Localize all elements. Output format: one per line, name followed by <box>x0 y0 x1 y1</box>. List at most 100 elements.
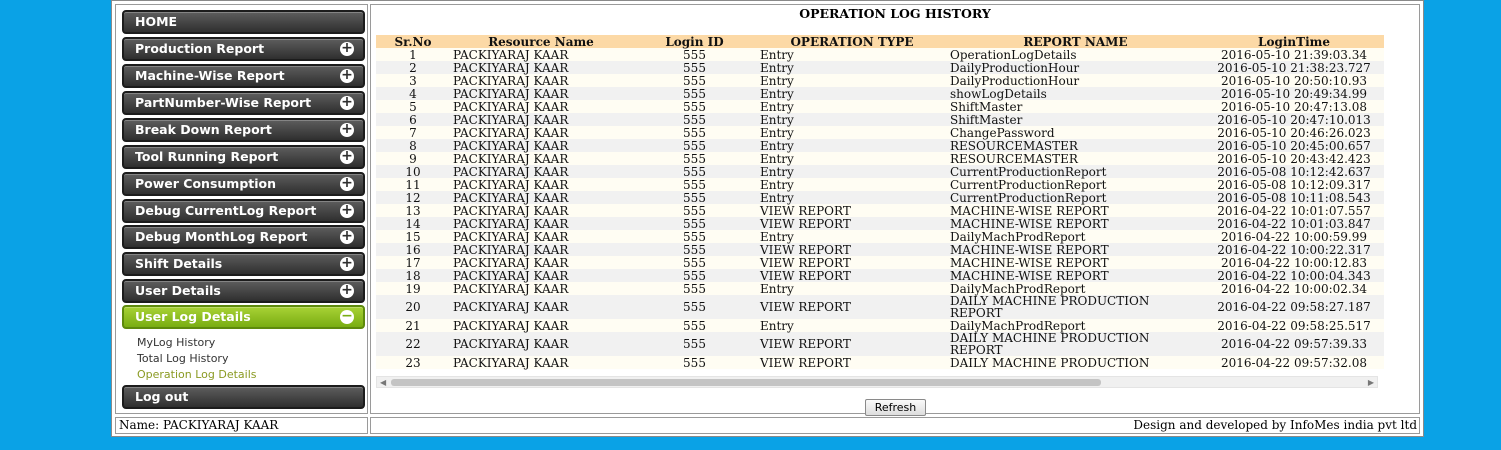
sidebar: HOME Production Report + Machine-Wise Repor… <box>115 4 368 414</box>
cell-login-id: 555 <box>632 269 757 282</box>
cell-report-name: MACHINE-WISE REPORT <box>947 204 1204 217</box>
table-row: 10 PACKIYARAJ KAAR 555 Entry CurrentProducti… <box>376 165 1384 178</box>
cell-login-id: 555 <box>632 126 757 139</box>
table-row: 12 PACKIYARAJ KAAR 555 Entry CurrentProducti… <box>376 191 1384 204</box>
sidebar-item-partnumber-wise-report[interactable]: PartNumber-Wise Report + <box>122 91 365 115</box>
cell-login-time: 2016-04-22 10:01:07.557 <box>1204 204 1384 217</box>
sidebar-item-tool-running-report[interactable]: Tool Running Report + <box>122 145 365 169</box>
cell-srno: 3 <box>376 74 450 87</box>
sidebar-item-debug-currentlog-report[interactable]: Debug CurrentLog Report + <box>122 199 365 223</box>
sidebar-item-label: Production Report <box>135 41 265 56</box>
submenu-link-total-log-history[interactable]: Total Log History <box>137 351 257 367</box>
table-row: 7 PACKIYARAJ KAAR 555 Entry ChangePassword 20… <box>376 126 1384 139</box>
logout-button[interactable]: Log out <box>122 385 365 409</box>
sidebar-item-label: Tool Running Report <box>135 149 279 164</box>
table-header-row: Sr.No Resource Name Login ID OPERATION T… <box>376 35 1384 48</box>
cell-operation-type: Entry <box>757 113 947 126</box>
refresh-button[interactable]: Refresh <box>865 399 926 416</box>
sidebar-item-user-details[interactable]: User Details + <box>122 279 365 303</box>
cell-login-id: 555 <box>632 113 757 126</box>
table-row: 5 PACKIYARAJ KAAR 555 Entry ShiftMaster 2016-… <box>376 100 1384 113</box>
table-row: 9 PACKIYARAJ KAAR 555 Entry RESOURCEMASTER 20… <box>376 152 1384 165</box>
table-row: 8 PACKIYARAJ KAAR 555 Entry RESOURCEMASTER 20… <box>376 139 1384 152</box>
cell-resource-name: PACKIYARAJ KAAR <box>450 282 632 295</box>
cell-report-name: CurrentProductionReport <box>947 191 1204 204</box>
sidebar-item-label: Machine-Wise Report <box>135 68 285 83</box>
submenu-link-operation-log-details[interactable]: Operation Log Details <box>137 367 257 383</box>
cell-login-id: 555 <box>632 243 757 256</box>
cell-srno: 10 <box>376 165 450 178</box>
cell-report-name: MACHINE-WISE REPORT <box>947 217 1204 230</box>
cell-login-id: 555 <box>632 191 757 204</box>
cell-srno: 2 <box>376 61 450 74</box>
cell-login-id: 555 <box>632 61 757 74</box>
cell-login-id: 555 <box>632 230 757 243</box>
sidebar-item-break-down-report[interactable]: Break Down Report + <box>122 118 365 142</box>
table-body: 1 PACKIYARAJ KAAR 555 Entry OperationLogDeta… <box>376 48 1384 369</box>
plus-icon: + <box>340 282 354 298</box>
sidebar-item-production-report[interactable]: Production Report + <box>122 37 365 61</box>
cell-report-name: CurrentProductionReport <box>947 165 1204 178</box>
cell-srno: 9 <box>376 152 450 165</box>
sidebar-item-power-consumption[interactable]: Power Consumption + <box>122 172 365 196</box>
cell-login-id: 555 <box>632 319 757 332</box>
plus-icon: + <box>340 255 354 271</box>
cell-operation-type: VIEW REPORT <box>757 256 947 269</box>
col-header-login-id: Login ID <box>632 35 757 48</box>
table-row: 20 PACKIYARAJ KAAR 555 VIEW REPORT DAILY MAC… <box>376 295 1384 319</box>
cell-srno: 11 <box>376 178 450 191</box>
cell-srno: 21 <box>376 319 450 332</box>
cell-resource-name: PACKIYARAJ KAAR <box>450 191 632 204</box>
plus-icon: + <box>340 202 354 218</box>
cell-resource-name: PACKIYARAJ KAAR <box>450 217 632 230</box>
cell-login-id: 555 <box>632 217 757 230</box>
cell-login-id: 555 <box>632 356 757 369</box>
scrollbar-thumb[interactable] <box>391 379 1101 386</box>
cell-operation-type: Entry <box>757 230 947 243</box>
scroll-right-arrow-icon[interactable]: ▶ <box>1368 377 1374 388</box>
sidebar-item-home[interactable]: HOME <box>122 10 365 34</box>
cell-operation-type: Entry <box>757 152 947 165</box>
cell-srno: 22 <box>376 332 450 356</box>
cell-operation-type: Entry <box>757 100 947 113</box>
plus-icon: + <box>340 40 354 56</box>
cell-operation-type: Entry <box>757 178 947 191</box>
cell-operation-type: Entry <box>757 139 947 152</box>
cell-operation-type: VIEW REPORT <box>757 204 947 217</box>
sidebar-item-user-log-details[interactable]: User Log Details − <box>122 305 365 329</box>
cell-resource-name: PACKIYARAJ KAAR <box>450 139 632 152</box>
table-row: 22 PACKIYARAJ KAAR 555 VIEW REPORT DAILY MAC… <box>376 332 1384 356</box>
cell-operation-type: Entry <box>757 126 947 139</box>
sidebar-item-debug-monthlog-report[interactable]: Debug MonthLog Report + <box>122 225 365 249</box>
cell-resource-name: PACKIYARAJ KAAR <box>450 269 632 282</box>
cell-srno: 4 <box>376 87 450 100</box>
horizontal-scrollbar[interactable]: ◀ ▶ <box>376 376 1378 388</box>
table-row: 2 PACKIYARAJ KAAR 555 Entry DailyProductionH… <box>376 61 1384 74</box>
sidebar-item-machine-wise-report[interactable]: Machine-Wise Report + <box>122 64 365 88</box>
table-row: 11 PACKIYARAJ KAAR 555 Entry CurrentProducti… <box>376 178 1384 191</box>
cell-report-name: DailyMachProdReport <box>947 230 1204 243</box>
table-row: 16 PACKIYARAJ KAAR 555 VIEW REPORT MACHINE-W… <box>376 243 1384 256</box>
app-frame: HOME Production Report + Machine-Wise Repor… <box>111 0 1424 437</box>
sidebar-item-label: User Log Details <box>135 309 251 324</box>
sidebar-item-shift-details[interactable]: Shift Details + <box>122 252 365 276</box>
submenu-link-mylog-history[interactable]: MyLog History <box>137 335 257 351</box>
cell-operation-type: Entry <box>757 87 947 100</box>
cell-resource-name: PACKIYARAJ KAAR <box>450 319 632 332</box>
cell-operation-type: Entry <box>757 61 947 74</box>
cell-login-time: 2016-05-10 20:47:10.013 <box>1204 113 1384 126</box>
cell-operation-type: VIEW REPORT <box>757 243 947 256</box>
cell-resource-name: PACKIYARAJ KAAR <box>450 230 632 243</box>
cell-srno: 23 <box>376 356 450 369</box>
cell-login-id: 555 <box>632 204 757 217</box>
cell-login-id: 555 <box>632 100 757 113</box>
plus-icon: + <box>340 121 354 137</box>
cell-report-name: ChangePassword <box>947 126 1204 139</box>
log-table-container[interactable]: Sr.No Resource Name Login ID OPERATION T… <box>376 35 1386 375</box>
sidebar-item-label: User Details <box>135 283 221 298</box>
cell-resource-name: PACKIYARAJ KAAR <box>450 113 632 126</box>
table-row: 21 PACKIYARAJ KAAR 555 Entry DailyMachProdRe… <box>376 319 1384 332</box>
scroll-left-arrow-icon[interactable]: ◀ <box>380 377 386 388</box>
sidebar-item-label: Debug MonthLog Report <box>135 229 308 244</box>
table-row: 18 PACKIYARAJ KAAR 555 VIEW REPORT MACHINE-W… <box>376 269 1384 282</box>
